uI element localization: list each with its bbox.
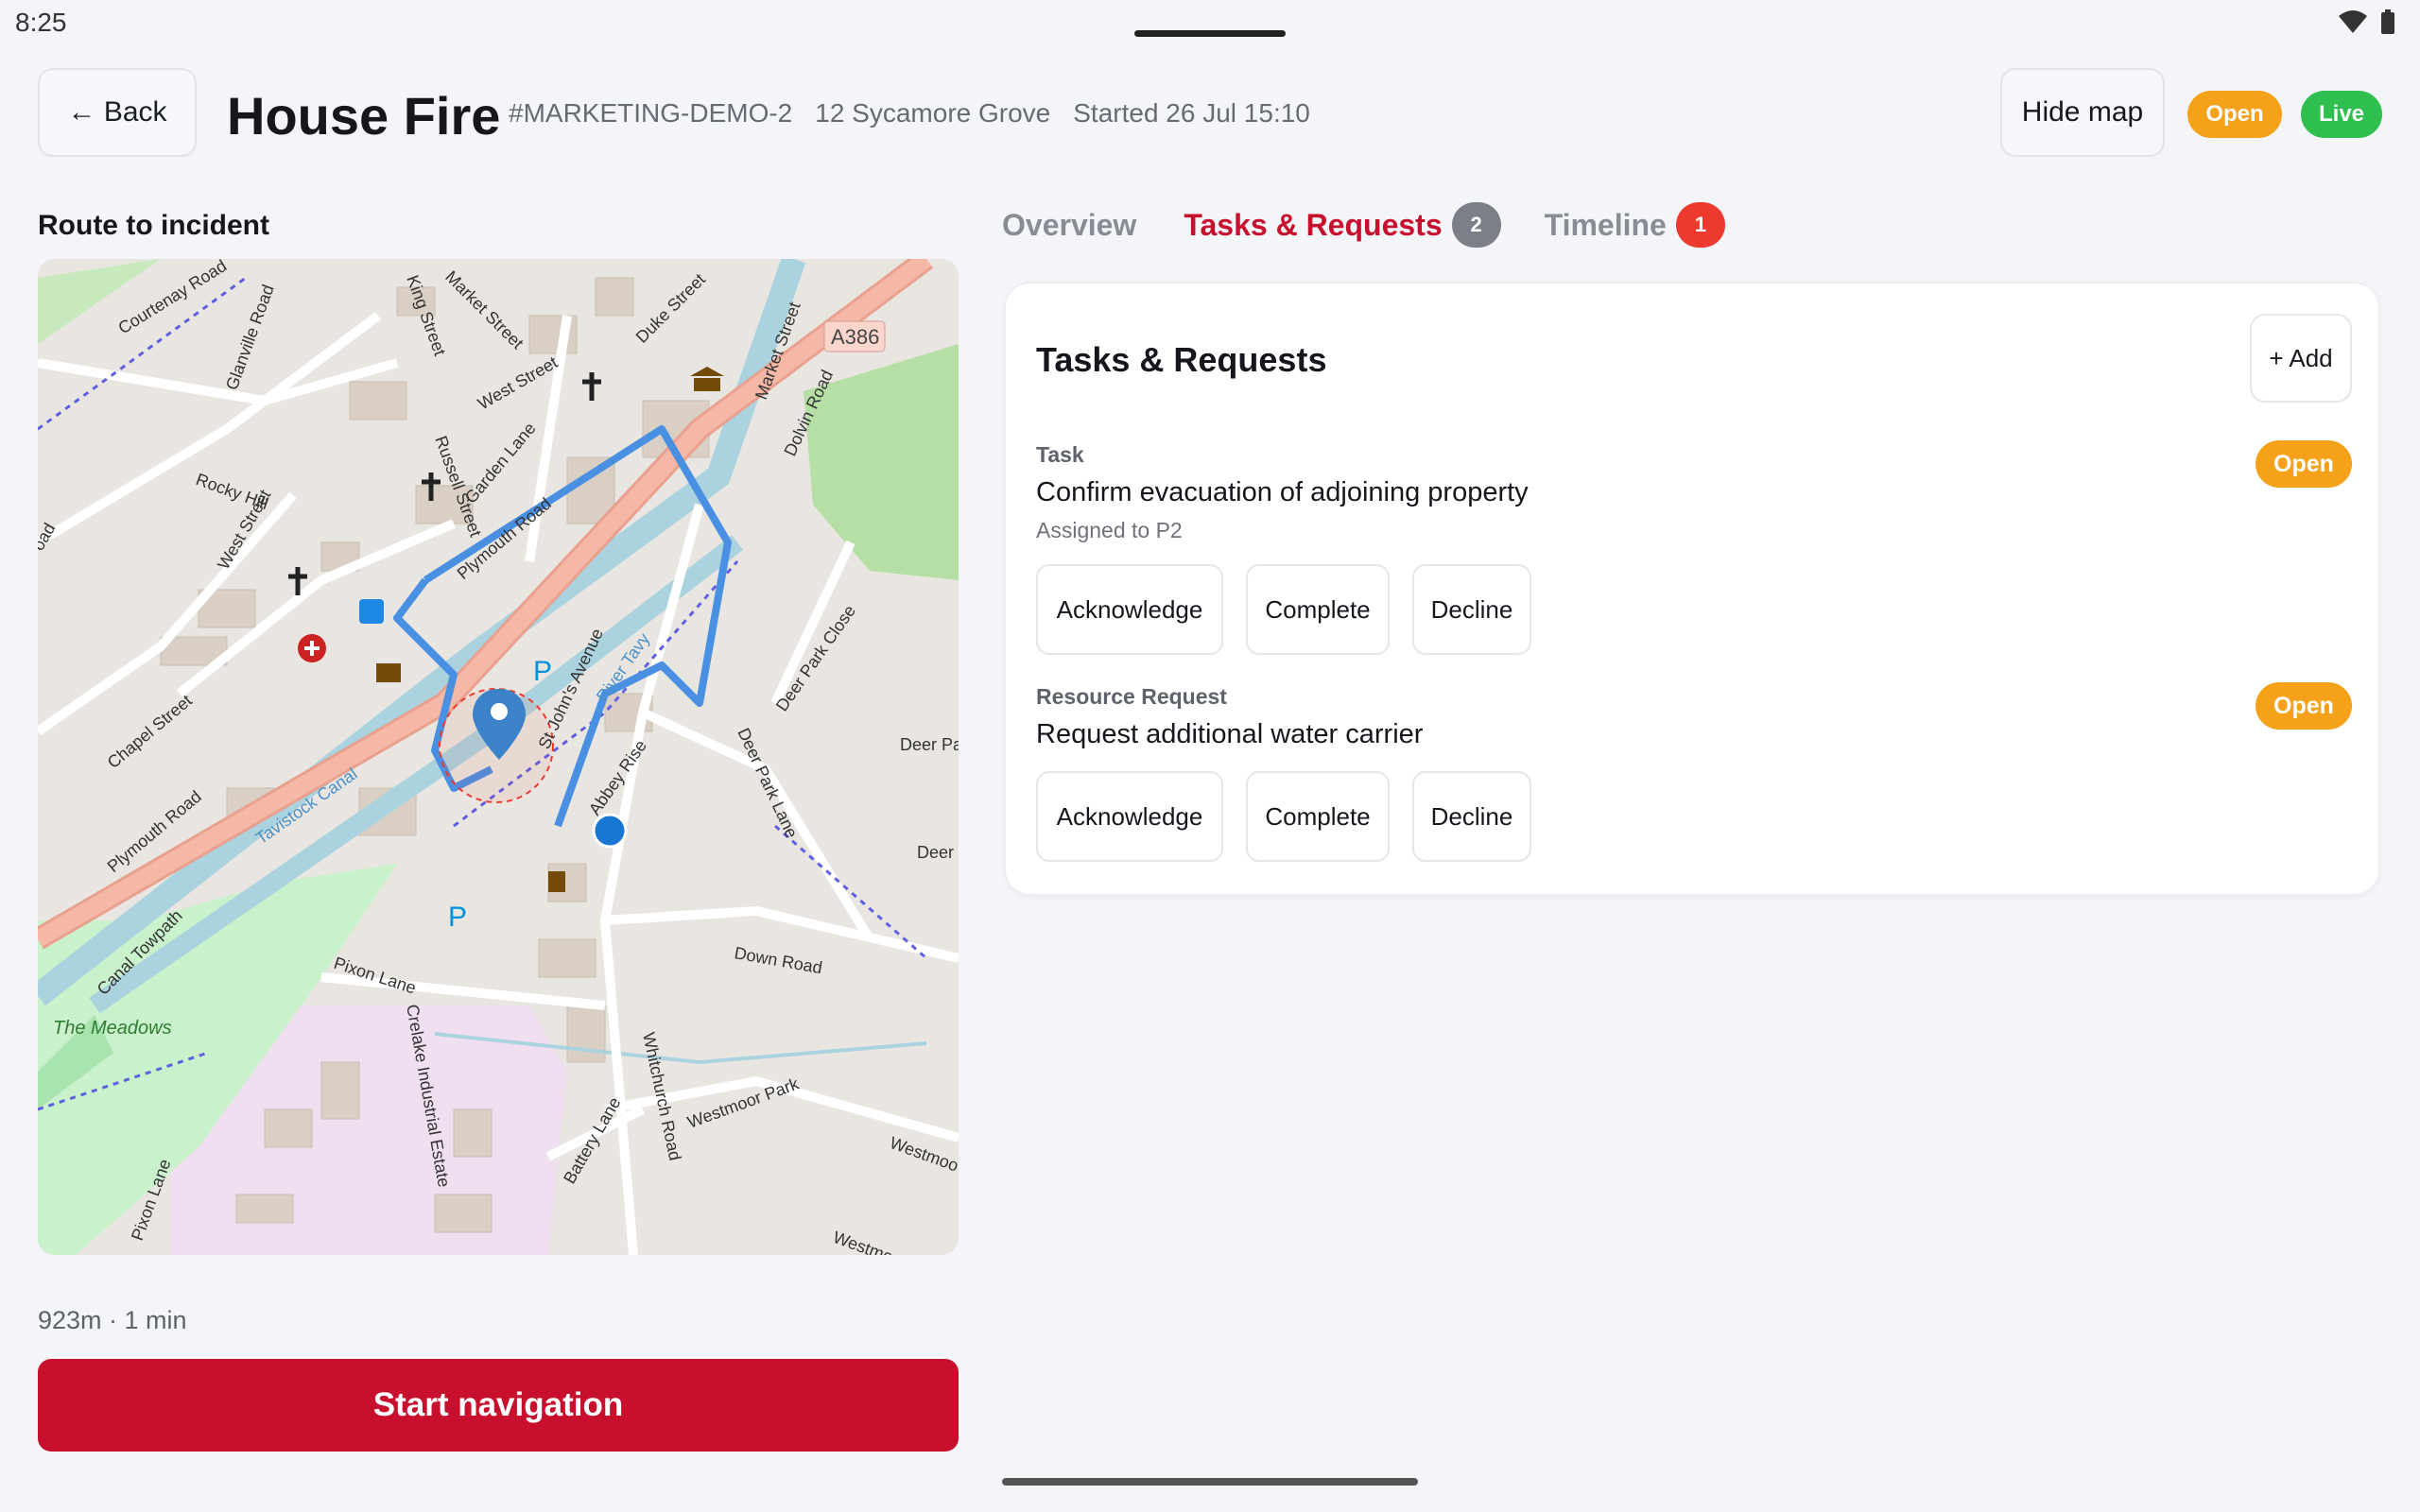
status-badge-open: Open (2187, 91, 2282, 138)
tasks-requests-card: Tasks & Requests + Add Task Confirm evac… (1004, 282, 2380, 896)
route-summary: 923m · 1 min (38, 1306, 187, 1334)
incident-address: 12 Sycamore Grove (815, 98, 1051, 128)
map-label: Deer Pa (900, 735, 959, 754)
item-assignee: Assigned to P2 (1036, 518, 1183, 542)
top-gesture-handle (1134, 30, 1286, 37)
action-row: Acknowledge Complete Decline (1036, 771, 2352, 862)
police-icon (548, 871, 565, 892)
resource-request-item: Resource Request Request additional wate… (1036, 682, 2352, 862)
item-type: Resource Request (1036, 684, 1227, 709)
acknowledge-button[interactable]: Acknowledge (1036, 564, 1223, 655)
status-badge: Open (2256, 682, 2352, 730)
card-title: Tasks & Requests (1036, 340, 1327, 379)
tab-timeline-label: Timeline (1544, 207, 1667, 242)
wifi-icon (2339, 10, 2367, 33)
add-button[interactable]: + Add (2250, 314, 2352, 403)
back-button[interactable]: ← Back (38, 68, 197, 157)
action-row: Acknowledge Complete Decline (1036, 564, 2352, 655)
start-navigation-button[interactable]: Start navigation (38, 1359, 959, 1452)
status-badge: Open (2256, 440, 2352, 488)
page-title: House Fire (227, 86, 501, 146)
route-section-title: Route to incident (38, 210, 269, 241)
item-title: Request additional water carrier (1036, 719, 1424, 749)
battery-icon (2381, 9, 2394, 34)
bus-stop-icon (359, 599, 384, 624)
incident-started: Started 26 Jul 15:10 (1073, 98, 1310, 128)
complete-button[interactable]: Complete (1246, 564, 1390, 655)
map-label: The Meadows (53, 1018, 172, 1039)
tab-overview-label: Overview (1002, 207, 1137, 242)
tab-tasks-requests[interactable]: Tasks & Requests 2 (1184, 202, 1501, 248)
hospital-icon (298, 634, 326, 662)
parking-icon: P (448, 902, 467, 933)
incident-id: #MARKETING-DEMO-2 (509, 98, 793, 128)
decline-button[interactable]: Decline (1412, 771, 1531, 862)
map-label: A386 (831, 325, 879, 349)
bottom-gesture-handle (1002, 1478, 1418, 1486)
status-time: 8:25 (15, 8, 67, 37)
hide-map-button[interactable]: Hide map (2000, 68, 2165, 157)
status-icons (2339, 9, 2395, 34)
current-location-dot (592, 813, 628, 849)
acknowledge-button[interactable]: Acknowledge (1036, 771, 1223, 862)
decline-button[interactable]: Decline (1412, 564, 1531, 655)
tab-timeline[interactable]: Timeline 1 (1545, 202, 1725, 248)
item-title: Confirm evacuation of adjoining property (1036, 477, 1529, 507)
map-label: Deer (917, 843, 954, 862)
library-icon (376, 663, 401, 682)
parking-icon: P (533, 656, 552, 687)
incident-meta: #MARKETING-DEMO-2 12 Sycamore Grove Star… (509, 98, 1310, 129)
status-badge-live: Live (2301, 91, 2382, 138)
route-map[interactable]: P P A386 Courtenay Road Glanville Road K… (38, 259, 959, 1255)
tab-bar: Overview Tasks & Requests 2 Timeline 1 (1002, 202, 1725, 248)
timeline-count-badge: 1 (1675, 202, 1725, 248)
item-type: Task (1036, 442, 1084, 467)
task-item: Task Confirm evacuation of adjoining pro… (1036, 440, 2352, 655)
complete-button[interactable]: Complete (1246, 771, 1390, 862)
tab-tasks-label: Tasks & Requests (1184, 207, 1443, 242)
tasks-count-badge: 2 (1451, 202, 1501, 248)
tab-overview[interactable]: Overview (1002, 208, 1136, 243)
